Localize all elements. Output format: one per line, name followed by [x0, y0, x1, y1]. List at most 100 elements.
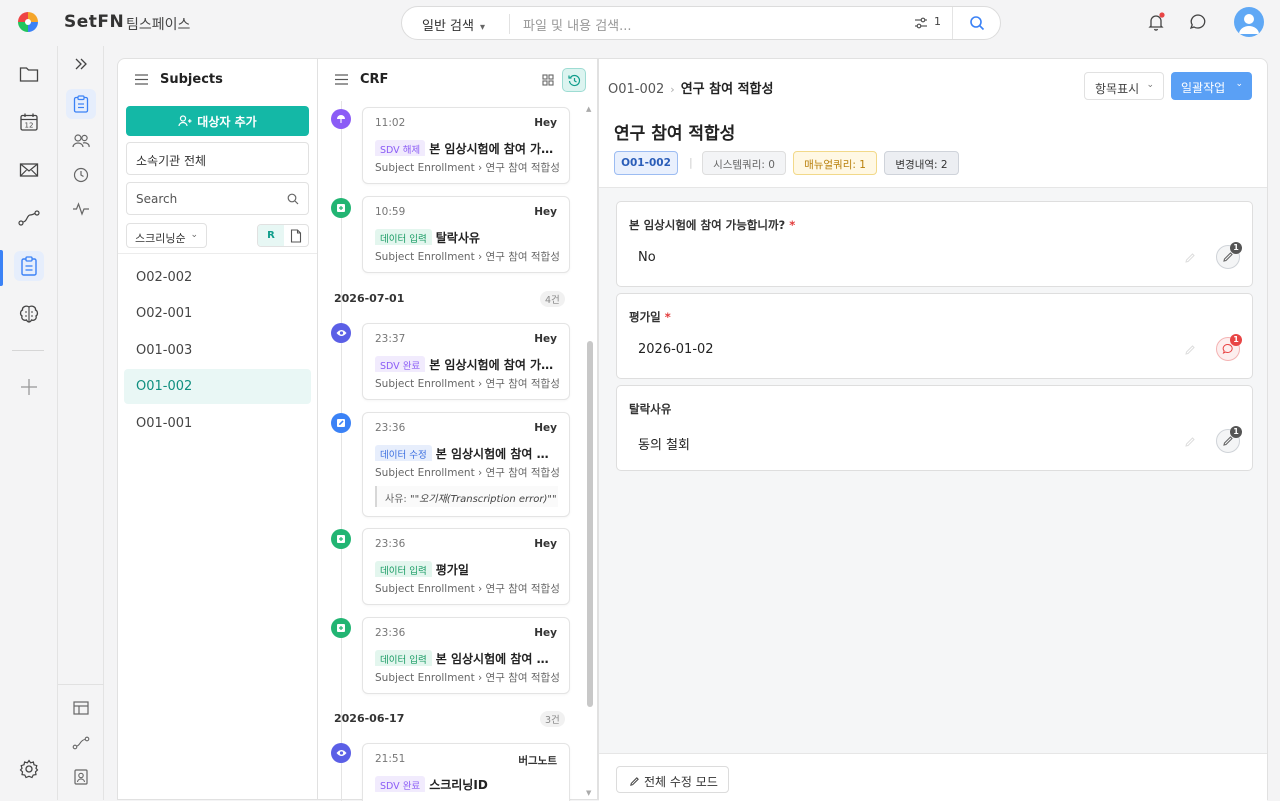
entry-title: 본 임상시험에 참여 가능합니까?: [429, 142, 564, 156]
manual-query-badge[interactable]: 매뉴얼쿼리: 1: [793, 151, 877, 175]
subject-item[interactable]: O01-003: [124, 333, 311, 368]
search-input[interactable]: 파일 및 내용 검색...: [523, 15, 632, 34]
chevrons-right-icon: [75, 58, 87, 70]
module-item-flow[interactable]: [66, 728, 96, 758]
menu-icon[interactable]: [335, 74, 348, 85]
crf-title: CRF: [360, 72, 389, 87]
rail-item-files[interactable]: [14, 59, 44, 89]
history-card[interactable]: 10:59 Hey 데이터 입력 탈락사유 Subject Enrollment …: [362, 196, 570, 273]
batch-action-button[interactable]: 일괄작업 ⌄: [1171, 72, 1252, 100]
edit-all-mode-button[interactable]: 전체 수정 모드: [616, 766, 729, 793]
history-card[interactable]: 23:36 Hey 데이터 입력본 임상시험에 참여 가능합니까? Subjec…: [362, 617, 570, 694]
user-avatar[interactable]: [1234, 7, 1264, 37]
rail-item-crf[interactable]: [14, 251, 44, 281]
plus-square-icon: [337, 535, 345, 543]
search-mode-select[interactable]: 일반 검색 ▾: [422, 15, 485, 34]
entry-row: 데이터 입력본 임상시험에 참여 가능합니까?: [375, 648, 565, 666]
rail-add-button[interactable]: [14, 372, 44, 402]
history-card[interactable]: 23:36 Hey 데이터 입력 평가일 Subject Enrollment ›…: [362, 528, 570, 605]
workspace-name[interactable]: 팀스페이스: [126, 14, 190, 34]
entry-row: 데이터 입력 탈락사유: [375, 227, 565, 245]
divider: [509, 14, 510, 34]
expand-panel-button[interactable]: [66, 49, 96, 79]
pencil-icon[interactable]: [1184, 436, 1196, 448]
subject-item-selected[interactable]: O01-002: [124, 369, 311, 404]
subjects-header: Subjects: [118, 59, 317, 101]
brand-name: SetFN: [64, 12, 125, 32]
filter-sliders-icon[interactable]: [914, 16, 928, 30]
crf-header: CRF: [318, 59, 597, 101]
entry-time: 23:36: [375, 627, 406, 639]
change-history-badge[interactable]: 변경내역: 2: [884, 151, 959, 175]
document-icon[interactable]: [290, 229, 302, 243]
search-button[interactable]: [952, 7, 1000, 39]
search-icon: [287, 193, 299, 205]
crf-panel: CRF 11:02 Hey SDV 해제본 임상시험에 참여 가능합니까? Su…: [318, 58, 598, 801]
timeline-scrollbar[interactable]: ▲ ▼: [586, 101, 594, 801]
r-toggle-button[interactable]: R: [258, 225, 284, 246]
batch-action-label: 일괄작업: [1181, 81, 1226, 95]
module-item-users[interactable]: [66, 126, 96, 156]
display-items-button[interactable]: 항목표시 ⌄: [1084, 72, 1164, 100]
chat-bubble-icon[interactable]: [1188, 12, 1208, 32]
date-count: 3건: [540, 711, 565, 727]
rail-settings-button[interactable]: [14, 754, 44, 784]
history-card[interactable]: 23:37 Hey SDV 완료본 임상시험에 참여 가능합니까? Subjec…: [362, 323, 570, 400]
module-item-layout[interactable]: [66, 693, 96, 723]
date-header: 2026-07-01: [334, 292, 405, 305]
subject-search-input[interactable]: Search: [126, 182, 309, 215]
pencil-icon[interactable]: [1184, 344, 1196, 356]
module-item-contacts[interactable]: [66, 762, 96, 792]
query-count-badge: 1: [1230, 334, 1242, 346]
history-view-button[interactable]: [562, 68, 586, 92]
calendar-day: 12: [25, 122, 34, 130]
rail-item-ai[interactable]: [14, 299, 44, 329]
sort-select[interactable]: 스크리닝순 ⌄: [126, 223, 207, 248]
page-title: 연구 참여 적합성: [614, 124, 736, 144]
field-value[interactable]: No: [638, 250, 656, 265]
system-query-badge[interactable]: 시스템쿼리: 0: [702, 151, 786, 175]
site-filter-select[interactable]: 소속기관 전체: [126, 142, 309, 175]
scrollbar-thumb[interactable]: [587, 341, 593, 707]
entry-title: 본 임상시험에 참여 가능합니까?: [435, 447, 556, 461]
entry-time: 11:02: [375, 117, 406, 129]
notification-bell-icon[interactable]: [1146, 12, 1166, 32]
subject-item[interactable]: O01-001: [124, 406, 311, 441]
rail-item-calendar[interactable]: 12: [14, 107, 44, 137]
history-card[interactable]: 11:02 Hey SDV 해제본 임상시험에 참여 가능합니까? Subjec…: [362, 107, 570, 184]
rail-item-workflow[interactable]: [14, 203, 44, 233]
timeline-dot: [331, 413, 351, 433]
sort-label: 스크리닝순: [135, 232, 186, 245]
form-field: 탈락사유 동의 철회 1: [616, 385, 1253, 471]
history-card[interactable]: 23:36 Hey 데이터 수정본 임상시험에 참여 가능합니까? Subjec…: [362, 412, 570, 517]
add-subject-button[interactable]: 대상자 추가: [126, 106, 309, 136]
field-value[interactable]: 동의 철회: [638, 434, 690, 453]
scroll-down-icon[interactable]: ▼: [586, 789, 591, 797]
module-item-crf[interactable]: [66, 89, 96, 119]
subject-item[interactable]: O02-001: [124, 296, 311, 331]
date-header: 2026-06-17: [334, 712, 405, 725]
rail-item-mail[interactable]: [14, 155, 44, 185]
action-tag: 데이터 입력: [375, 228, 432, 245]
grid-view-button[interactable]: [536, 68, 560, 92]
menu-icon[interactable]: [135, 74, 148, 85]
chevron-down-icon: ⌄: [1235, 79, 1243, 89]
plus-icon: [21, 379, 37, 395]
breadcrumb-subject[interactable]: O01-002: [608, 82, 664, 97]
entry-row: SDV 해제본 임상시험에 참여 가능합니까?: [375, 138, 565, 156]
field-value[interactable]: 2026-01-02: [638, 342, 714, 357]
timeline-dot: [331, 529, 351, 549]
timeline-dot: [331, 743, 351, 763]
form-field: 본 임상시험에 참여 가능합니까? * No 1: [616, 201, 1253, 287]
timeline-dot: [331, 109, 351, 129]
module-item-history[interactable]: [66, 160, 96, 190]
module-item-activity[interactable]: [66, 194, 96, 224]
umbrella-icon: [337, 115, 345, 123]
pencil-icon[interactable]: [1184, 252, 1196, 264]
subject-item[interactable]: O02-002: [124, 260, 311, 295]
history-card[interactable]: 21:51 버그노트 SDV 완료 스크리닝ID: [362, 743, 570, 801]
top-bar: SetFN 팀스페이스 일반 검색 ▾ 파일 및 내용 검색... 1: [0, 0, 1280, 46]
scroll-up-icon[interactable]: ▲: [586, 105, 591, 113]
app-logo-icon[interactable]: [17, 11, 39, 33]
entry-user: Hey: [534, 538, 557, 550]
